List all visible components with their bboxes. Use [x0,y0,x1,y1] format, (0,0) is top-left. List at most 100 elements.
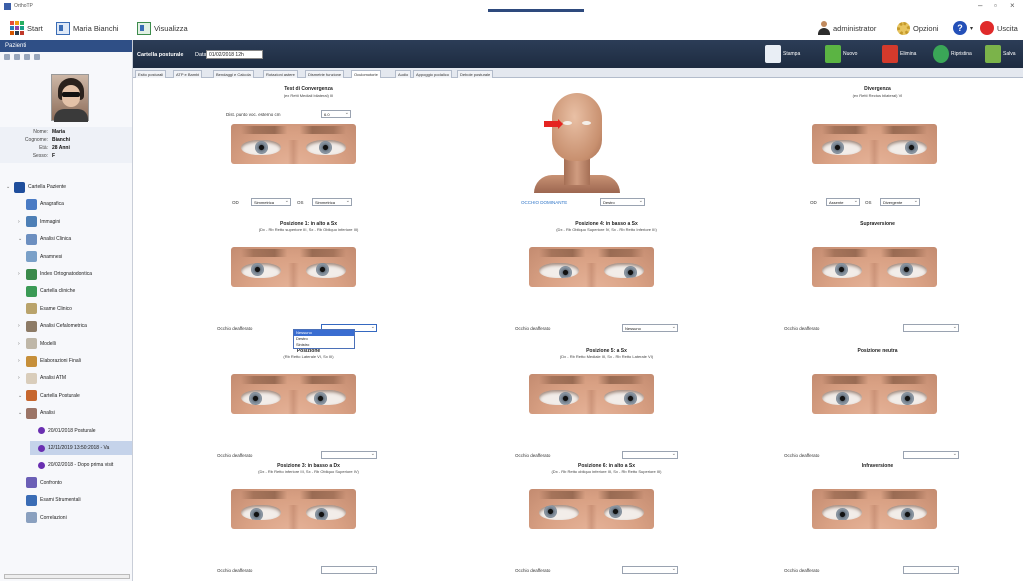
dropdown-option[interactable]: Sinistro [294,342,354,348]
tool-icon[interactable] [24,54,30,60]
user-button[interactable]: administrator [818,20,876,36]
sidebar-scrollbar[interactable] [4,574,130,579]
info-value: Maria [52,129,66,135]
tab-8[interactable]: Appoggio podalico [413,70,452,78]
tree-item[interactable]: ⌄ Analisi Clinica [18,232,132,246]
help-button[interactable]: ? ▾ [953,20,973,36]
start-button[interactable]: Start [10,20,43,36]
tree-expander-icon[interactable]: ⌄ [6,184,11,190]
tab-1[interactable]: Esito posturali [135,70,167,78]
gaze-position: Posizione 6: in alto a Sx (Dx - Rb Retto … [499,463,714,575]
options-button[interactable]: Opzioni [897,20,938,36]
tree-item[interactable]: ⌄ Analisi [18,406,132,420]
tab-7[interactable]: Audio [395,70,412,78]
tree-item[interactable]: › Analisi ATM [18,371,132,385]
eyes-image [812,124,937,164]
tree-item[interactable]: › Immagini [18,215,132,229]
gear-icon [897,21,910,35]
deficit-select[interactable] [622,566,678,574]
close-icon[interactable]: × [1010,1,1015,10]
view-button[interactable]: Visualizza [137,20,188,36]
nuovo-button[interactable]: Nuovo [825,44,857,64]
deficit-dropdown-list[interactable]: Nessuno Destro Sinistro [293,329,355,349]
tool-icon[interactable] [34,54,40,60]
direction-arrow-icon [544,119,563,129]
tree-expander-icon[interactable]: ⌄ [18,410,23,416]
help-dropdown-icon: ▾ [970,25,974,32]
dominant-eye-select[interactable]: Destro [600,198,645,206]
ripristina-button[interactable]: Ripristina [933,44,972,64]
tree-expander-icon[interactable]: › [18,358,23,364]
stampa-button[interactable]: Stampa [765,44,800,64]
os-select[interactable]: Divergente [880,198,920,206]
divergence-test: Divergenza (ex Retti Rectus bilateral) V… [770,86,985,216]
tree-expander-icon[interactable]: › [18,341,23,347]
tree-item[interactable]: 20/01/2018 Posturale [30,424,132,438]
tree-expander-icon[interactable]: ⌄ [18,393,23,399]
tree-item[interactable]: 12/11/2019 13:50:2018 - Va [30,441,132,455]
patient-button[interactable]: Maria Bianchi [56,20,118,36]
deficit-label: Occhio deafferato [217,453,253,458]
info-value: Bianchi [52,137,71,143]
tool-icon[interactable] [14,54,20,60]
body-icon [26,407,37,419]
deficit-select[interactable] [622,451,678,459]
tree-expander-icon[interactable]: › [18,271,23,277]
tab-4[interactable]: Rotazioni astere [263,70,298,78]
tree-item-label: Index Ortognatodontica [40,271,92,277]
tree-item-label: Elaborazioni Finali [40,358,81,364]
tree-item[interactable]: › Modelli [18,337,132,351]
salva-button[interactable]: Salva [985,44,1016,64]
tree-item[interactable]: Anagrafica [18,197,132,211]
position-title: Infraversione [861,463,894,469]
tree-item[interactable]: ⌄ Cartella Posturale [18,389,132,403]
deficit-select[interactable]: Nessuno [622,324,678,332]
tree-item[interactable]: ⌄ Cartella Paziente [6,180,132,194]
tree-item[interactable]: Esami Strumentali [18,493,132,507]
tree-item[interactable]: Correlazioni [18,511,132,525]
eyes-image [812,247,937,287]
dominant-eye-link[interactable]: OCCHIO DOMINANTE [521,200,567,205]
person-icon [26,198,37,210]
tab-9[interactable]: Debole posturale [457,70,494,78]
deficit-select[interactable] [903,324,959,332]
tree-item[interactable]: Esame Clinico [18,302,132,316]
tree-item[interactable]: Cartella cliniche [18,284,132,298]
tree-item[interactable]: › Analisi Cefalometrica [18,319,132,333]
date-field[interactable]: 01/02/2018 12h [206,50,263,59]
tab-3[interactable]: Bendaggi e Calcola [213,70,254,78]
deficit-select[interactable] [903,566,959,574]
start-grid-icon [10,21,24,35]
os-select[interactable]: Simmetrica [312,198,352,206]
deficit-label: Occhio deafferato [784,568,820,573]
elimina-button[interactable]: Elimina [882,44,916,64]
tree-item[interactable]: › Elaborazioni Finali [18,354,132,368]
tree-item[interactable]: Anamnesi [18,250,132,264]
tree-item[interactable]: 20/02/2018 - Dopo prima visit [30,458,132,472]
tree-expander-icon[interactable]: › [18,375,23,381]
tree-item[interactable]: › Index Ortognatodontica [18,267,132,281]
tree-expander-icon[interactable]: › [18,323,23,329]
toolbar-button-label: Elimina [900,51,917,57]
dot-icon [38,444,45,452]
minimize-icon[interactable]: – [978,1,982,10]
od-select[interactable]: Assente [826,198,860,206]
deficit-select[interactable] [321,451,377,459]
tool-icon[interactable] [4,54,10,60]
od-select[interactable]: Simmetrica [251,198,291,206]
tab-2[interactable]: ATP e Bambi [173,70,203,78]
deficit-select[interactable] [321,566,377,574]
deficit-select[interactable] [903,451,959,459]
toolbar-button-label: Nuovo [843,51,858,57]
maximize-icon[interactable]: ▫ [994,1,997,10]
eyes-image [231,247,356,287]
tree-item[interactable]: Confronto [18,476,132,490]
tree-expander-icon[interactable]: › [18,219,23,225]
tree-item-label: 12/11/2019 13:50:2018 - Va [48,445,110,451]
convergence-subtitle: (ex Retti Mediali bilateral) III [283,93,334,98]
tab-5[interactable]: Dismetrie funzione [305,70,345,78]
position-subtitle: (Dx - Rb Retto Mediale III, Sx - Rb Rett… [559,354,654,359]
exit-button[interactable]: Uscita [980,20,1018,36]
distance-input[interactable]: 6.0 [321,110,351,118]
tree-expander-icon[interactable]: ⌄ [18,236,23,242]
